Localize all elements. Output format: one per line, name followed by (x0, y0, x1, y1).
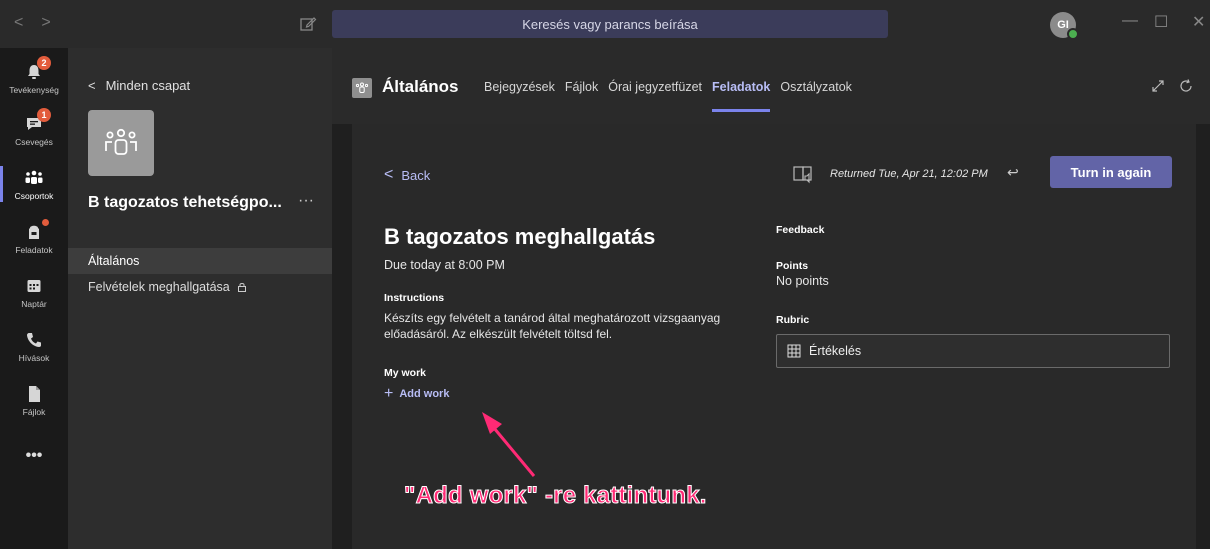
assignment-title: B tagozatos meghallgatás (384, 224, 656, 249)
returned-status: Returned Tue, Apr 21, 12:02 PM (830, 168, 988, 180)
all-teams-button[interactable]: < Minden csapat (88, 78, 190, 93)
rail-item-assignments[interactable]: Feladatok (0, 212, 68, 264)
rail-item-teams[interactable]: Csoportok (0, 158, 68, 210)
add-work-label: Add work (399, 388, 450, 400)
feedback-label: Feedback (776, 224, 825, 236)
channel-header: Általános Bejegyzések Fájlok Órai jegyze… (332, 48, 1210, 124)
rail-label: Csevegés (15, 136, 53, 147)
tab-files[interactable]: Fájlok (565, 80, 598, 94)
avatar[interactable]: GI (1050, 12, 1079, 40)
chat-icon: 1 (23, 107, 51, 134)
rail-label: Hívások (18, 352, 50, 363)
annotation-arrow-icon (482, 412, 536, 477)
chat-badge: 1 (37, 107, 51, 122)
tab-assignments[interactable]: Feladatok (712, 80, 771, 112)
points-value: No points (776, 274, 829, 288)
channel-title: Általános (382, 77, 459, 96)
plus-icon: + (384, 385, 394, 402)
refresh-icon[interactable] (1178, 78, 1194, 94)
phone-icon (23, 330, 45, 350)
rail-item-calls[interactable]: Hívások (0, 320, 68, 372)
rail-label: Fájlok (22, 406, 46, 417)
team-avatar (88, 110, 154, 176)
immersive-reader-icon[interactable] (792, 164, 814, 186)
rail-label: Feladatok (15, 244, 53, 255)
teams-icon (23, 168, 45, 188)
annotation-text: "Add work" -re kattintunk. (404, 482, 707, 510)
undo-turn-in-icon[interactable]: ↩ (1007, 164, 1025, 182)
rail-item-calendar[interactable]: Naptár (0, 266, 68, 318)
turn-in-again-button[interactable]: Turn in again (1050, 156, 1172, 188)
all-teams-label: Minden csapat (105, 78, 191, 93)
app-rail: 2 Tevékenység 1 Csevegés Csoportok Felad… (0, 48, 68, 549)
rail-label: Csoportok (14, 190, 54, 201)
compose-icon[interactable] (298, 14, 318, 34)
add-work-button[interactable]: + Add work (384, 385, 449, 403)
team-people-icon (105, 128, 137, 155)
rail-label: Naptár (21, 298, 47, 309)
lock-icon (237, 282, 246, 292)
team-more-button[interactable]: ··· (298, 192, 314, 210)
expand-icon[interactable] (1150, 78, 1166, 94)
tab-posts[interactable]: Bejegyzések (484, 80, 555, 94)
activity-badge: 2 (37, 55, 51, 70)
assignments-badge (42, 218, 49, 226)
maximize-button[interactable]: ☐ (1154, 12, 1168, 32)
rail-item-activity[interactable]: 2 Tevékenység (0, 52, 68, 104)
points-label: Points (776, 260, 809, 272)
more-icon: ••• (25, 447, 43, 464)
avatar-initials: GI (1057, 19, 1069, 31)
more-apps-button[interactable]: ••• (0, 430, 68, 482)
rubric-item-label: Értékelés (809, 344, 862, 358)
rail-label: Tevékenység (9, 84, 59, 95)
channel-team-icon (352, 78, 372, 98)
back-label: Back (401, 167, 431, 183)
channel-general[interactable]: Általános (68, 248, 332, 274)
rubric-button[interactable]: Értékelés (776, 334, 1170, 368)
assignment-card: < Back Returned Tue, Apr 21, 12:02 PM ↩ … (352, 124, 1196, 549)
calendar-icon (23, 276, 45, 296)
due-date: Due today at 8:00 PM (384, 258, 505, 272)
search-placeholder: Keresés vagy parancs beírása (522, 16, 698, 32)
grid-icon (787, 344, 801, 358)
chevron-left-icon: < (384, 166, 394, 183)
instructions-label: Instructions (384, 292, 445, 304)
presence-available-icon (1067, 28, 1079, 40)
forward-arrow-icon[interactable]: > (41, 14, 50, 32)
team-name: B tagozatos tehetségpo... (88, 194, 282, 211)
channel-label: Általános (88, 254, 140, 268)
minimize-button[interactable]: — (1122, 12, 1138, 30)
channel-label: Felvételek meghallgatása (88, 280, 230, 294)
back-button[interactable]: < Back (384, 166, 430, 184)
team-panel: < Minden csapat B tagozatos tehetségpo..… (68, 48, 332, 549)
rubric-label: Rubric (776, 314, 810, 326)
close-button[interactable]: ✕ (1192, 12, 1205, 32)
channel-recordings[interactable]: Felvételek meghallgatása (68, 274, 332, 300)
file-icon (23, 384, 45, 404)
tab-class-notebook[interactable]: Órai jegyzetfüzet (608, 80, 702, 94)
back-arrow-icon[interactable]: < (14, 14, 23, 32)
chevron-left-icon: < (88, 78, 96, 93)
tab-bar: Bejegyzések Fájlok Órai jegyzetfüzet Fel… (484, 80, 852, 112)
nav-arrows: < > (14, 14, 51, 32)
rail-item-chat[interactable]: 1 Csevegés (0, 104, 68, 156)
backpack-icon (23, 218, 49, 242)
bell-icon: 2 (23, 55, 51, 82)
main-area: Általános Bejegyzések Fájlok Órai jegyze… (332, 48, 1210, 549)
title-bar: < > Keresés vagy parancs beírása GI — ☐ … (0, 0, 1210, 48)
my-work-label: My work (384, 367, 427, 379)
tab-grades[interactable]: Osztályzatok (780, 80, 852, 94)
instructions-text: Készíts egy felvételt a tanárod által me… (384, 311, 721, 341)
search-input[interactable]: Keresés vagy parancs beírása (332, 10, 888, 38)
rail-item-files[interactable]: Fájlok (0, 374, 68, 426)
